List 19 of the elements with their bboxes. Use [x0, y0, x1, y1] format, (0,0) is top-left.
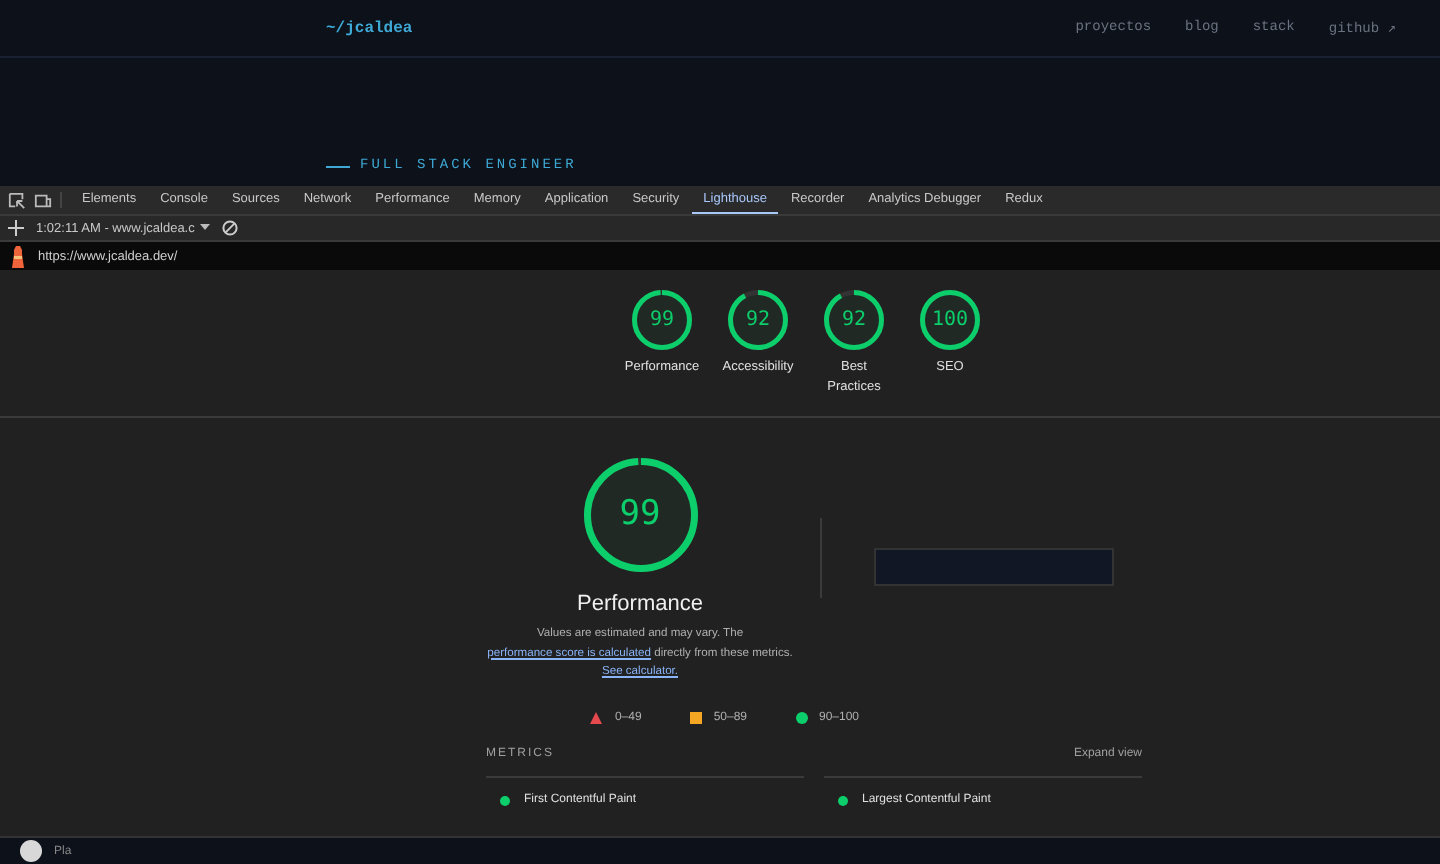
score-value: 92	[841, 309, 867, 331]
score-gauge	[920, 290, 980, 350]
lighthouse-icon	[10, 245, 26, 267]
clear-icon[interactable]	[222, 220, 239, 236]
score-gauge	[583, 457, 697, 572]
avatar-icon	[20, 840, 42, 862]
caret-icon[interactable]	[200, 224, 211, 232]
score-gauge	[728, 290, 788, 350]
site-logo[interactable]: ~/jcaldea	[326, 19, 413, 37]
score-gauge	[632, 290, 692, 350]
device-toolbar-icon[interactable]	[34, 191, 52, 209]
inspect-icon[interactable]	[8, 191, 26, 209]
score-value: 100	[931, 309, 969, 331]
score-value: 92	[745, 309, 771, 331]
category-title: Performance	[577, 591, 703, 616]
score-value: 99	[649, 309, 675, 331]
add-icon[interactable]	[8, 220, 24, 236]
score-value: 99	[619, 494, 661, 535]
score-gauge	[824, 290, 884, 350]
